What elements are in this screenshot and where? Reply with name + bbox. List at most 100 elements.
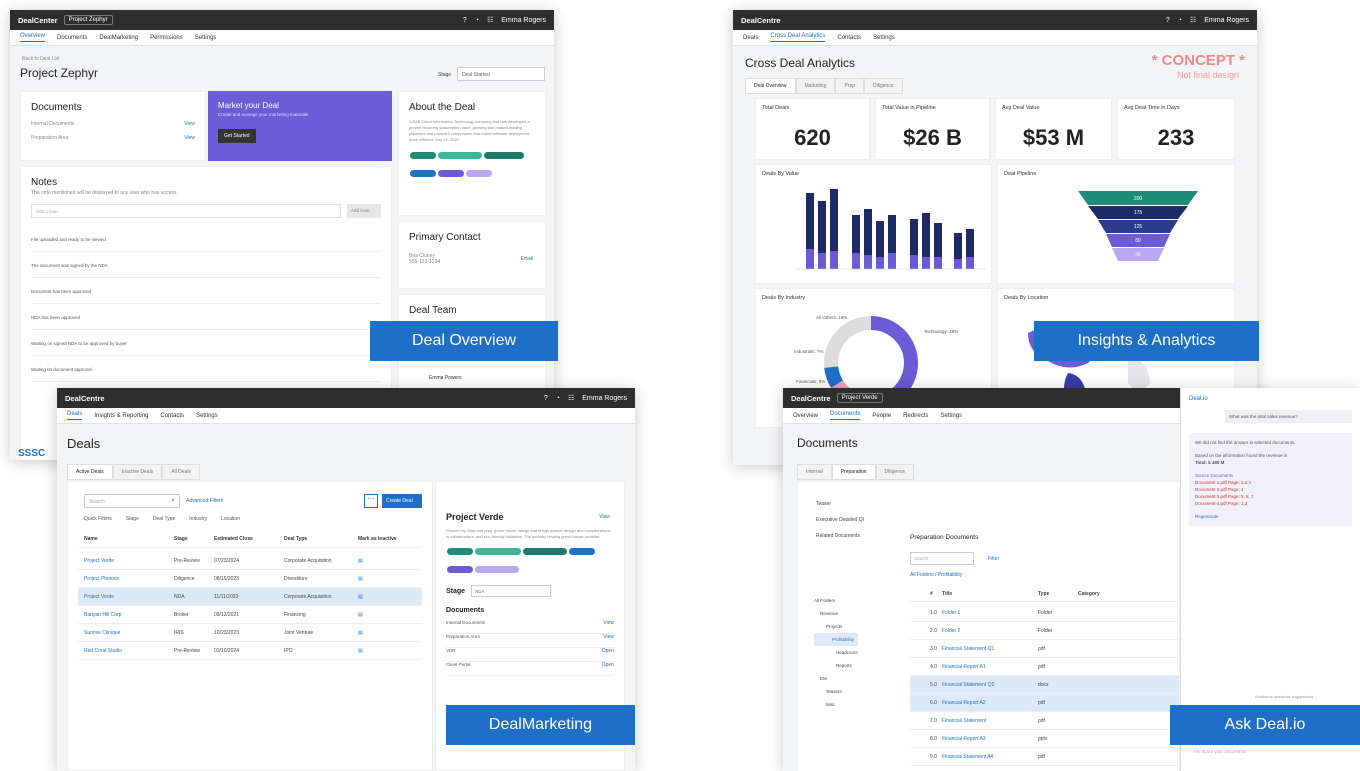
table-row[interactable]: Project Verde Pre-Review 07/23/2024 Corpora…: [78, 552, 422, 570]
note-input[interactable]: Add a note: [31, 204, 341, 218]
deal-name[interactable]: Project Verde: [84, 558, 174, 564]
table-row[interactable]: 4.0 Financial Report A1 pdf: [910, 658, 1179, 676]
file-title[interactable]: Financial Statement A4: [942, 754, 1038, 760]
tab-permissions[interactable]: Permissions: [150, 35, 183, 41]
contact-email-link[interactable]: Email: [520, 256, 533, 262]
table-row[interactable]: 5.0 Financial Statement Q2 docx: [910, 676, 1179, 694]
folder-item[interactable]: EM: [814, 672, 858, 685]
regenerate-button[interactable]: Regenerate: [1195, 513, 1346, 520]
table-row[interactable]: 7.0 Financial Statement pdf: [910, 712, 1179, 730]
add-note-button[interactable]: Add Note: [347, 204, 381, 218]
tab-contacts[interactable]: Contacts: [160, 413, 184, 419]
tab-redirects[interactable]: Redirects: [903, 413, 928, 419]
help-icon[interactable]: ?: [463, 17, 467, 24]
file-title[interactable]: Financial Report A3: [942, 736, 1038, 742]
table-row[interactable]: Red Coral Studio Pre-Review 03/10/2024 IPO ▤: [78, 642, 422, 660]
folder-item[interactable]: Reports: [814, 659, 858, 672]
folder-item[interactable]: All Folders: [814, 594, 858, 607]
tab-all-deals[interactable]: All Deals: [162, 464, 200, 480]
tab-diligence[interactable]: Diligence: [875, 464, 915, 480]
deal-name[interactable]: Project Verde: [84, 594, 174, 600]
tab-settings[interactable]: Settings: [873, 35, 895, 41]
source-link[interactable]: Document 1.pdf Page: 1,2,3: [1195, 479, 1346, 486]
source-link[interactable]: Document 2.pdf Page: 4: [1195, 486, 1346, 493]
folder-item[interactable]: Misc: [814, 698, 858, 711]
archive-icon[interactable]: ▤: [358, 558, 363, 564]
detail-doc-action[interactable]: View: [603, 634, 614, 647]
more-button[interactable]: ⋯: [364, 494, 378, 508]
table-row[interactable]: 1.0 Folder 1 Folder: [910, 604, 1179, 622]
project-selector[interactable]: Project Zephyr: [63, 15, 113, 25]
project-selector[interactable]: Project Verde: [836, 393, 883, 403]
create-deal-button[interactable]: Create Deal: [382, 494, 422, 508]
tab-contacts[interactable]: Contacts: [837, 35, 861, 41]
tab-insights[interactable]: Insights & Reporting: [94, 413, 148, 419]
tab-internal[interactable]: Internal: [797, 464, 832, 480]
doc-prep-view[interactable]: View: [184, 135, 195, 141]
table-row[interactable]: Project Phoenix Diligence 08/15/2023 Divest…: [78, 570, 422, 588]
search-input[interactable]: Search ⌕: [84, 494, 180, 508]
apps-icon[interactable]: ☷: [568, 394, 574, 402]
file-title[interactable]: Financial Statement Q2: [942, 682, 1038, 688]
get-started-button[interactable]: Get Started: [218, 129, 256, 143]
detail-stage-select[interactable]: NDA: [471, 585, 552, 597]
bell-icon[interactable]: ◔: [1178, 17, 1182, 24]
source-link[interactable]: Document 3.pdf Page: 5, 6, 7: [1195, 493, 1346, 500]
filter-deal-type[interactable]: Deal Type: [153, 516, 175, 522]
table-row[interactable]: 8.0 Financial Report A3 pptx: [910, 730, 1179, 748]
detail-doc-action[interactable]: Open: [602, 662, 614, 675]
tab-inactive-deals[interactable]: Inactive Deals: [112, 464, 163, 480]
archive-icon[interactable]: ▤: [358, 630, 363, 636]
tab-diligence[interactable]: Diligence: [864, 78, 903, 94]
table-row[interactable]: Banyan Hill Corp Broker 09/12/2021 Financin…: [78, 606, 422, 624]
back-link[interactable]: Back to Deal List: [22, 56, 60, 62]
chat-input[interactable]: Ask about your documents: [1189, 744, 1352, 758]
detail-view-link[interactable]: View: [599, 514, 610, 520]
tab-documents[interactable]: Documents: [830, 411, 861, 420]
apps-icon[interactable]: ☷: [1190, 16, 1196, 24]
user-name[interactable]: Emma Rogers: [1204, 17, 1249, 24]
source-link[interactable]: Document 4.pdf Page: 1,3: [1195, 500, 1346, 507]
table-row[interactable]: Project Verde NDA 11/11/2023 Corporate Acqu…: [78, 588, 422, 606]
table-row[interactable]: 3.0 Financial Statement Q1 pdf: [910, 640, 1179, 658]
deal-name[interactable]: Project Phoenix: [84, 576, 174, 582]
table-row[interactable]: 2.0 Folder 2 Folder: [910, 622, 1179, 640]
filter-link[interactable]: Filter: [988, 556, 999, 562]
tab-dealmarketing[interactable]: DealMarketing: [99, 35, 138, 41]
tab-prep[interactable]: Prep: [835, 78, 865, 94]
folder-item[interactable]: Teasers: [814, 685, 858, 698]
tab-overview[interactable]: Overview: [20, 33, 46, 42]
filter-industry[interactable]: Industry: [189, 516, 207, 522]
detail-doc-action[interactable]: View: [603, 620, 614, 633]
table-row[interactable]: Sunrise Clinique IRIS 10/23/2023 Joint Vent…: [78, 624, 422, 642]
deal-name[interactable]: Banyan Hill Corp: [84, 612, 174, 618]
file-title[interactable]: Financial Statement: [942, 718, 1038, 724]
breadcrumb[interactable]: All Folders / Profitability: [910, 572, 962, 578]
help-icon[interactable]: ?: [1166, 17, 1170, 24]
archive-icon[interactable]: ▤: [358, 612, 363, 618]
bell-icon[interactable]: ◔: [475, 17, 479, 24]
doc-internal-view[interactable]: View: [184, 121, 195, 127]
archive-icon[interactable]: ▤: [358, 594, 363, 600]
tab-deals[interactable]: Deals: [67, 411, 83, 420]
tab-preparation[interactable]: Preparation: [831, 464, 876, 480]
tab-settings[interactable]: Settings: [195, 35, 217, 41]
help-icon[interactable]: ?: [544, 395, 548, 402]
deal-name[interactable]: Sunrise Clinique: [84, 630, 174, 636]
file-title[interactable]: Financial Report A1: [942, 664, 1038, 670]
tree-item[interactable]: Teaser: [816, 496, 864, 512]
filter-location[interactable]: Location: [221, 516, 240, 522]
folder-item[interactable]: Projects: [814, 620, 858, 633]
file-title[interactable]: Folder 1: [942, 610, 1038, 616]
table-row[interactable]: 9.0 Financial Statement A4 pdf: [910, 748, 1179, 766]
tab-overview[interactable]: Overview: [793, 413, 818, 419]
tab-settings[interactable]: Settings: [196, 413, 218, 419]
advanced-filters-link[interactable]: Advanced Filters: [186, 498, 223, 504]
tab-people[interactable]: People: [872, 413, 891, 419]
file-title[interactable]: Financial Statement Q1: [942, 646, 1038, 652]
tab-deals[interactable]: Deals: [743, 35, 758, 41]
filter-stage[interactable]: Stage: [126, 516, 139, 522]
file-title[interactable]: Folder 2: [942, 628, 1038, 634]
tab-settings[interactable]: Settings: [940, 413, 962, 419]
detail-doc-action[interactable]: Open: [602, 648, 614, 661]
